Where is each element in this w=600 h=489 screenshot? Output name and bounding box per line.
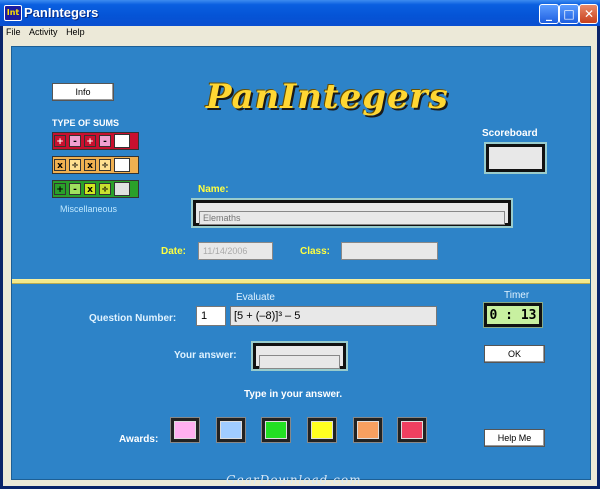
app-logo: PanIntegers bbox=[206, 77, 449, 117]
op-square: - bbox=[69, 183, 81, 195]
client-area: Info PanIntegers TYPE OF SUMS + - + - x … bbox=[3, 40, 597, 486]
name-label: Name: bbox=[198, 184, 229, 195]
op-square: + bbox=[54, 135, 66, 147]
sum-type-miscellaneous[interactable]: + - x ÷ bbox=[52, 180, 139, 198]
minimize-button[interactable]: _ bbox=[539, 4, 559, 24]
expression-field: [5 + (–8)]³ – 5 bbox=[230, 306, 437, 326]
menu-activity[interactable]: Activity bbox=[26, 26, 61, 38]
awards-label: Awards: bbox=[119, 434, 159, 445]
award-orange bbox=[354, 418, 382, 442]
maximize-icon: □ bbox=[563, 7, 575, 21]
type-of-sums-heading: TYPE OF SUMS bbox=[52, 118, 120, 128]
close-icon: ✕ bbox=[583, 7, 595, 21]
window-title: PanIntegers bbox=[24, 5, 99, 20]
award-pink bbox=[171, 418, 199, 442]
scoreboard-label: Scoreboard bbox=[482, 128, 538, 139]
op-square: ÷ bbox=[69, 159, 81, 171]
op-square: - bbox=[99, 135, 111, 147]
op-square: - bbox=[69, 135, 81, 147]
instruction-text: Type in your answer. bbox=[244, 389, 343, 400]
op-square: x bbox=[84, 159, 96, 171]
menu-file[interactable]: File bbox=[3, 26, 24, 38]
op-square: + bbox=[54, 183, 66, 195]
select-checkbox[interactable] bbox=[114, 158, 130, 172]
op-square: x bbox=[84, 183, 96, 195]
award-green bbox=[262, 418, 290, 442]
class-field[interactable] bbox=[341, 242, 438, 260]
award-red bbox=[398, 418, 426, 442]
evaluate-label: Evaluate bbox=[236, 292, 275, 303]
class-label: Class: bbox=[300, 246, 331, 257]
date-label: Date: bbox=[161, 246, 187, 257]
ok-button[interactable]: OK bbox=[484, 345, 545, 363]
op-square: ÷ bbox=[99, 159, 111, 171]
close-button[interactable]: ✕ bbox=[579, 4, 598, 24]
select-checkbox[interactable] bbox=[114, 182, 130, 196]
menu-bar: File Activity Help bbox=[3, 26, 597, 40]
app-window: Int PanIntegers _ □ ✕ File Activity Help… bbox=[0, 0, 600, 489]
info-button[interactable]: Info bbox=[52, 83, 114, 101]
sum-type-addition-subtraction[interactable]: + - + - bbox=[52, 132, 139, 150]
main-panel: Info PanIntegers TYPE OF SUMS + - + - x … bbox=[11, 46, 591, 480]
scoreboard-display bbox=[486, 144, 545, 172]
timer-display: 0 : 13 bbox=[484, 303, 542, 327]
date-field[interactable]: 11/14/2006 bbox=[198, 242, 273, 260]
section-divider bbox=[12, 279, 590, 284]
your-answer-label: Your answer: bbox=[174, 350, 237, 361]
question-number-label: Question Number: bbox=[89, 313, 177, 324]
answer-field-frame bbox=[253, 343, 346, 369]
name-field-frame bbox=[193, 200, 511, 226]
select-checkbox[interactable] bbox=[114, 134, 130, 148]
sum-type-multiplication-division[interactable]: x ÷ x ÷ bbox=[52, 156, 139, 174]
menu-help[interactable]: Help bbox=[63, 26, 88, 38]
name-input[interactable] bbox=[199, 211, 505, 225]
answer-input[interactable] bbox=[259, 354, 340, 369]
help-me-button[interactable]: Help Me bbox=[484, 429, 545, 447]
miscellaneous-caption: Miscellaneous bbox=[60, 204, 118, 214]
app-icon: Int bbox=[4, 5, 22, 21]
award-blue bbox=[217, 418, 245, 442]
op-square: ÷ bbox=[99, 183, 111, 195]
award-yellow bbox=[308, 418, 336, 442]
timer-label: Timer bbox=[504, 290, 530, 301]
op-square: + bbox=[84, 135, 96, 147]
question-number-field: 1 bbox=[196, 306, 226, 326]
op-square: x bbox=[54, 159, 66, 171]
title-bar[interactable]: Int PanIntegers _ □ ✕ bbox=[0, 0, 600, 26]
watermark: GearDownload.com bbox=[226, 473, 362, 487]
minimize-icon: _ bbox=[546, 7, 552, 21]
maximize-button[interactable]: □ bbox=[559, 4, 579, 24]
